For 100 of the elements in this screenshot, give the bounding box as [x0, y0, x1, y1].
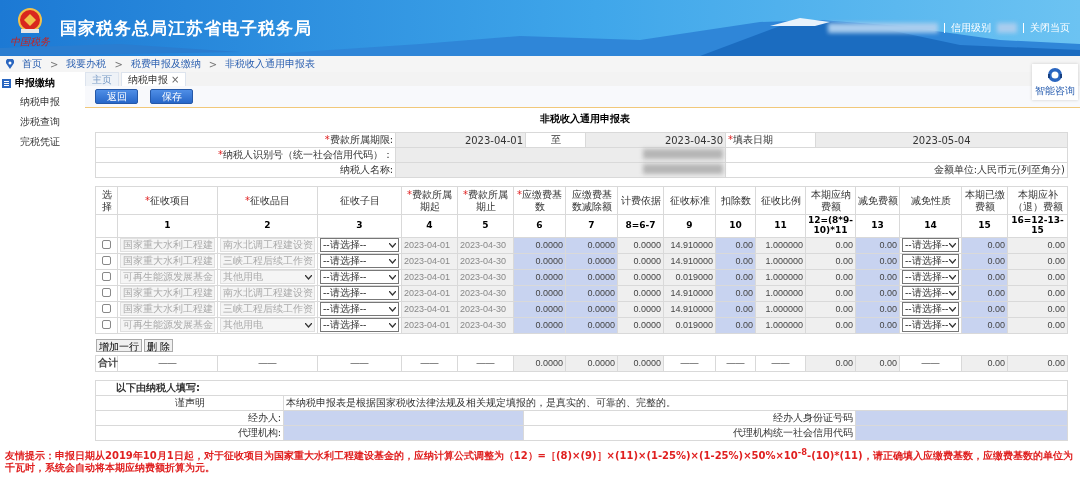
checkbox[interactable] — [102, 255, 111, 265]
caret-icon — [949, 258, 956, 264]
dropdown[interactable]: --请选择-- — [902, 270, 959, 285]
breadcrumb-link[interactable]: 我要办税 — [66, 57, 107, 71]
tab[interactable]: 纳税申报 × — [121, 72, 187, 86]
breadcrumb-link[interactable]: 税费申报及缴纳 — [130, 57, 201, 71]
sidebar-item[interactable]: 涉税查询 — [0, 112, 85, 132]
headset-icon — [1047, 66, 1063, 83]
table-cell: —— — [755, 355, 806, 372]
column-number: 5 — [457, 214, 514, 238]
dropdown[interactable]: --请选择-- — [902, 238, 959, 253]
emblem-icon — [16, 7, 44, 35]
field-label: *费款所属期限: — [95, 132, 396, 148]
column-number: 13 — [855, 214, 900, 238]
checkbox[interactable] — [102, 271, 111, 281]
column-header: 征收比例 — [755, 186, 806, 215]
dropdown[interactable]: --请选择-- — [320, 302, 399, 317]
close-icon[interactable]: × — [171, 73, 180, 86]
column-header: *征收项目 — [117, 186, 218, 215]
caret-icon — [389, 322, 396, 328]
dropdown[interactable]: --请选择-- — [902, 302, 959, 317]
site-title: 国家税务总局江苏省电子税务局 — [60, 16, 312, 40]
column-number: 8=6-7 — [617, 214, 664, 238]
dropdown[interactable]: --请选择-- — [320, 286, 399, 301]
table-cell: 0.0000 — [565, 355, 618, 372]
column-number: 11 — [755, 214, 806, 238]
checkbox[interactable] — [102, 239, 111, 249]
caret-icon — [305, 322, 312, 328]
caret-icon — [949, 274, 956, 280]
delete-button[interactable]: 删 除 — [143, 338, 173, 352]
help-widget[interactable]: 智能咨询 — [1032, 64, 1078, 100]
table-cell: —— — [117, 355, 218, 372]
caret-icon — [389, 242, 396, 248]
table-cell: 0.0000 — [513, 355, 566, 372]
dropdown[interactable]: --请选择-- — [902, 318, 959, 333]
back-button[interactable]: 返回 — [95, 89, 138, 104]
column-header: 减免性质 — [899, 186, 962, 215]
column-header: 征收子目 — [317, 186, 402, 215]
checkbox[interactable] — [102, 287, 111, 297]
column-header: 本期应补（退）费额 — [1007, 186, 1068, 215]
table-cell: —— — [457, 355, 514, 372]
location-pin-icon — [6, 59, 14, 69]
form-title: 非税收入通用申报表 — [539, 112, 631, 126]
table-cell: 0.00 — [855, 355, 900, 372]
logo-text: 中国税务 — [10, 35, 50, 49]
date-field[interactable]: 2023-04-01 — [395, 132, 526, 148]
column-number: 7 — [565, 214, 618, 238]
column-header: 减免费额 — [855, 186, 900, 215]
dropdown[interactable]: --请选择-- — [902, 254, 959, 269]
column-number: 3 — [317, 214, 402, 238]
dropdown[interactable]: --请选择-- — [902, 286, 959, 301]
column-header: *征收品目 — [217, 186, 318, 215]
table-cell: —— — [401, 355, 458, 372]
column-number: 1 — [117, 214, 218, 238]
dropdown[interactable]: --请选择-- — [320, 270, 399, 285]
caret-icon — [949, 306, 956, 312]
column-number: 4 — [401, 214, 458, 238]
table-cell: 0.0000 — [617, 355, 664, 372]
add-row-button[interactable]: 增加一行 — [95, 338, 142, 352]
column-header: *费款所属期止 — [457, 186, 514, 215]
table-cell: —— — [317, 355, 402, 372]
caret-icon — [389, 274, 396, 280]
caret-icon — [949, 242, 956, 248]
dropdown[interactable]: --请选择-- — [320, 254, 399, 269]
column-header: 计费依据 — [617, 186, 664, 215]
sidebar-title: 申报缴纳 — [15, 76, 55, 90]
table-cell: 0.00 — [1007, 355, 1068, 372]
range-separator: 至 — [525, 132, 586, 148]
column-number: 6 — [513, 214, 566, 238]
sidebar-item[interactable]: 完税凭证 — [0, 132, 85, 152]
column-number: 16=12-13-15 — [1007, 214, 1068, 238]
breadcrumb-separator: > — [50, 58, 59, 70]
breadcrumb-link[interactable]: 首页 — [22, 57, 42, 71]
column-header: 选择 — [95, 186, 118, 215]
caret-icon — [389, 306, 396, 312]
dropdown[interactable]: --请选择-- — [320, 318, 399, 333]
sidebar-item[interactable]: 纳税申报 — [0, 92, 85, 112]
table-cell: 0.00 — [961, 355, 1008, 372]
checkbox[interactable] — [102, 303, 111, 313]
column-header: *费款所属期起 — [401, 186, 458, 215]
breadcrumb-link[interactable]: 非税收入通用申报表 — [225, 57, 316, 71]
table-cell: —— — [715, 355, 756, 372]
table-cell: —— — [663, 355, 716, 372]
breadcrumb-separator: > — [114, 58, 123, 70]
column-header: 应缴费基数减除额 — [565, 186, 618, 215]
redacted-block — [997, 23, 1017, 33]
save-button[interactable]: 保存 — [150, 89, 193, 104]
column-header: 扣除数 — [715, 186, 756, 215]
column-header: 征收标准 — [663, 186, 716, 215]
total-label: 合计 — [95, 355, 118, 372]
field-label: *填表日期 — [725, 132, 816, 148]
caret-icon — [305, 274, 312, 280]
date-field[interactable]: 2023-04-30 — [585, 132, 726, 148]
table-cell: —— — [217, 355, 318, 372]
section-title: 以下由纳税人填写: — [95, 380, 1068, 396]
date-field[interactable]: 2023-05-04 — [815, 132, 1068, 148]
checkbox[interactable] — [102, 319, 111, 329]
column-number: 12=(8*9-10)*11 — [805, 214, 856, 238]
dropdown[interactable]: --请选择-- — [320, 238, 399, 253]
column-number: 9 — [663, 214, 716, 238]
